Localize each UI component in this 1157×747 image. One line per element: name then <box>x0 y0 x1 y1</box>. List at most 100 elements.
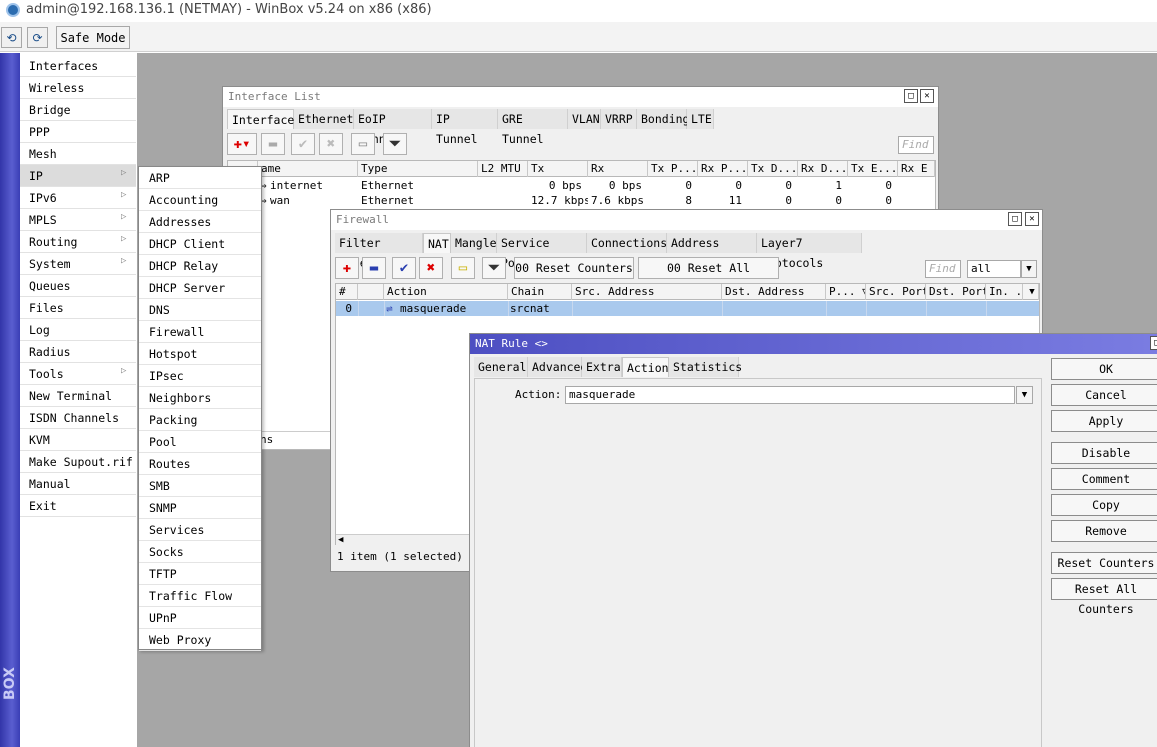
disable-button[interactable]: Disable <box>1051 442 1157 464</box>
ip-menu-item-socks[interactable]: Socks <box>139 541 261 563</box>
nat-rule-tab-action[interactable]: Action <box>622 357 669 377</box>
menu-item-manual[interactable]: Manual <box>20 473 136 495</box>
remove-rule-button[interactable]: ▬ <box>362 257 386 279</box>
disable-button[interactable]: ✖ <box>319 133 343 155</box>
firewall-find-input[interactable]: Find <box>925 260 961 278</box>
chevron-down-icon[interactable]: ▼ <box>1016 386 1033 404</box>
ip-menu-item-routes[interactable]: Routes <box>139 453 261 475</box>
maximize-icon[interactable]: □ <box>1150 336 1157 350</box>
column-header[interactable]: Dst. Address <box>722 284 826 300</box>
column-header[interactable]: Rx E <box>898 161 935 177</box>
menu-item-routing[interactable]: Routing <box>20 231 136 253</box>
interface-tab-vrrp[interactable]: VRRP <box>601 109 637 129</box>
column-header[interactable]: Src. Address <box>572 284 722 300</box>
column-header[interactable]: Rx P... <box>698 161 748 177</box>
reset-counters-button[interactable]: Reset Counters <box>1051 552 1157 574</box>
interface-tab-interface[interactable]: Interface <box>227 109 294 129</box>
chevron-down-icon[interactable]: ▼ <box>1023 284 1039 300</box>
add-button[interactable]: ✚▾ <box>227 133 257 155</box>
menu-item-mesh[interactable]: Mesh <box>20 143 136 165</box>
comment-button[interactable]: Comment <box>1051 468 1157 490</box>
ip-menu-item-pool[interactable]: Pool <box>139 431 261 453</box>
ip-menu-item-snmp[interactable]: SNMP <box>139 497 261 519</box>
ip-menu-item-addresses[interactable]: Addresses <box>139 211 261 233</box>
nat-rule-tab-extra[interactable]: Extra <box>582 357 622 377</box>
column-header[interactable]: Tx E... <box>848 161 898 177</box>
maximize-icon[interactable]: □ <box>1008 212 1022 226</box>
menu-item-tools[interactable]: Tools <box>20 363 136 385</box>
ip-menu-item-hotspot[interactable]: Hotspot <box>139 343 261 365</box>
column-header[interactable]: Chain <box>508 284 572 300</box>
disable-rule-button[interactable]: ✖ <box>419 257 443 279</box>
column-header[interactable]: # <box>336 284 358 300</box>
interface-find-input[interactable]: Find <box>898 136 934 154</box>
column-header[interactable] <box>358 284 384 300</box>
ip-menu-item-packing[interactable]: Packing <box>139 409 261 431</box>
ok-button[interactable]: OK <box>1051 358 1157 380</box>
column-header[interactable]: Rx <box>588 161 648 177</box>
interface-tab-lte[interactable]: LTE <box>687 109 714 129</box>
table-row[interactable]: 0 ⇌ masquerade srcnat <box>336 301 1039 316</box>
interface-tab-ip-tunnel[interactable]: IP Tunnel <box>432 109 498 146</box>
close-icon[interactable]: ✕ <box>920 89 934 103</box>
column-header[interactable]: Action <box>384 284 508 300</box>
menu-item-ipv6[interactable]: IPv6 <box>20 187 136 209</box>
chevron-down-icon[interactable]: ▼ <box>1021 260 1037 278</box>
remove-button[interactable]: Remove <box>1051 520 1157 542</box>
ip-menu-item-accounting[interactable]: Accounting <box>139 189 261 211</box>
table-row[interactable]: ⇒ wan Ethernet 12.7 kbps 7.6 kbps 8 11 0 0 0 <box>228 193 935 208</box>
nat-rule-tab-general[interactable]: General <box>474 357 528 377</box>
firewall-tab-address-lists[interactable]: Address Lists <box>667 233 757 270</box>
ip-menu-item-services[interactable]: Services <box>139 519 261 541</box>
ip-menu-item-dns[interactable]: DNS <box>139 299 261 321</box>
menu-item-wireless[interactable]: Wireless <box>20 77 136 99</box>
copy-button[interactable]: Copy <box>1051 494 1157 516</box>
menu-item-radius[interactable]: Radius <box>20 341 136 363</box>
column-header[interactable]: Tx D... <box>748 161 798 177</box>
close-icon[interactable]: ✕ <box>1025 212 1039 226</box>
apply-button[interactable]: Apply <box>1051 410 1157 432</box>
firewall-tab-filter-rules[interactable]: Filter Rules <box>335 233 423 270</box>
ip-menu-item-dhcp-server[interactable]: DHCP Server <box>139 277 261 299</box>
enable-button[interactable]: ✔ <box>291 133 315 155</box>
ip-menu-item-neighbors[interactable]: Neighbors <box>139 387 261 409</box>
menu-item-bridge[interactable]: Bridge <box>20 99 136 121</box>
menu-item-system[interactable]: System <box>20 253 136 275</box>
menu-item-files[interactable]: Files <box>20 297 136 319</box>
add-rule-button[interactable]: ✚ <box>335 257 359 279</box>
reset-all-counters-button[interactable]: Reset All Counters <box>1051 578 1157 616</box>
action-select[interactable]: masquerade <box>565 386 1015 404</box>
comment-rule-button[interactable]: ▭ <box>451 257 475 279</box>
safe-mode-button[interactable]: Safe Mode <box>56 26 130 49</box>
column-header[interactable]: ame <box>258 161 358 177</box>
ip-menu-item-smb[interactable]: SMB <box>139 475 261 497</box>
menu-item-make-supout-rif[interactable]: Make Supout.rif <box>20 451 136 473</box>
ip-menu-item-tftp[interactable]: TFTP <box>139 563 261 585</box>
ip-menu-item-firewall[interactable]: Firewall <box>139 321 261 343</box>
interface-tab-gre-tunnel[interactable]: GRE Tunnel <box>498 109 568 146</box>
ip-menu-item-upnp[interactable]: UPnP <box>139 607 261 629</box>
menu-item-ip[interactable]: IP <box>20 165 136 187</box>
reset-all-counters-button[interactable]: 00 Reset All Counters <box>638 257 779 295</box>
menu-item-log[interactable]: Log <box>20 319 136 341</box>
menu-item-exit[interactable]: Exit <box>20 495 136 517</box>
interface-tab-ethernet[interactable]: Ethernet <box>294 109 354 129</box>
column-header[interactable]: Src. Port <box>866 284 926 300</box>
firewall-tab-nat[interactable]: NAT <box>423 233 451 253</box>
column-header[interactable]: Rx D... <box>798 161 848 177</box>
undo-button[interactable]: ⟲ <box>1 27 22 48</box>
column-header[interactable]: Tx P... <box>648 161 698 177</box>
enable-rule-button[interactable]: ✔ <box>392 257 416 279</box>
menu-item-new-terminal[interactable]: New Terminal <box>20 385 136 407</box>
cancel-button[interactable]: Cancel <box>1051 384 1157 406</box>
ip-menu-item-dhcp-client[interactable]: DHCP Client <box>139 233 261 255</box>
ip-menu-item-traffic-flow[interactable]: Traffic Flow <box>139 585 261 607</box>
menu-item-mpls[interactable]: MPLS <box>20 209 136 231</box>
comment-button[interactable]: ▭ <box>351 133 375 155</box>
column-header[interactable]: P... ▽ <box>826 284 866 300</box>
maximize-icon[interactable]: □ <box>904 89 918 103</box>
menu-item-kvm[interactable]: KVM <box>20 429 136 451</box>
remove-button[interactable]: ▬ <box>261 133 285 155</box>
interface-tab-eoip-tunnel[interactable]: EoIP Tunnel <box>354 109 432 146</box>
column-header[interactable]: In. . <box>986 284 1023 300</box>
